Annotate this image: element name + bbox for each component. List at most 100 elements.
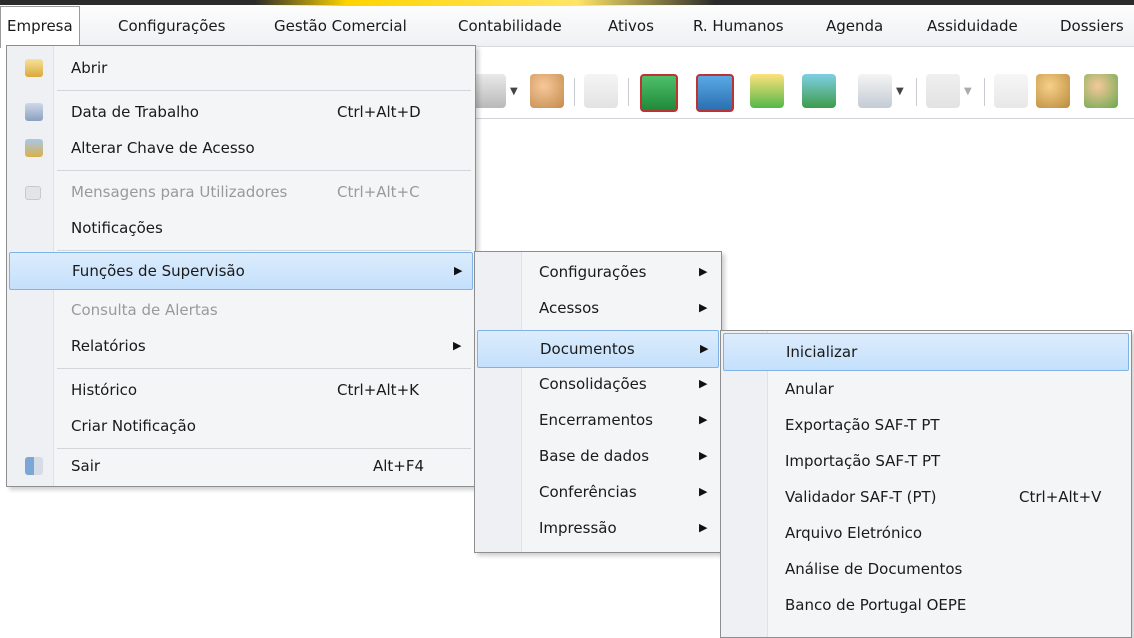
menu-item-relatorios[interactable]: Relatórios ▶ bbox=[9, 328, 473, 364]
menu-item-shortcut: Ctrl+Alt+D bbox=[337, 103, 421, 121]
menu-item-abrir[interactable]: Abrir bbox=[9, 50, 473, 86]
submenu-item-arquivo-eletronico[interactable]: Arquivo Eletrónico bbox=[723, 515, 1129, 551]
menu-contabilidade[interactable]: Contabilidade bbox=[452, 6, 568, 46]
menu-item-label: Documentos bbox=[540, 340, 635, 358]
menu-item-label: Banco de Portugal OEPE bbox=[785, 596, 967, 614]
toolbar-separator bbox=[916, 78, 917, 106]
calendar-blue-icon[interactable] bbox=[696, 74, 734, 112]
menu-separator bbox=[57, 90, 471, 91]
menu-item-sair[interactable]: Sair Alt+F4 bbox=[9, 448, 473, 484]
submenu-arrow-icon: ▶ bbox=[699, 265, 708, 278]
printer-icon[interactable] bbox=[472, 74, 506, 108]
menu-item-label: Funções de Supervisão bbox=[72, 262, 245, 280]
menu-item-label: Inicializar bbox=[786, 343, 858, 361]
chart-icon[interactable] bbox=[926, 74, 960, 108]
menu-assiduidade[interactable]: Assiduidade bbox=[921, 6, 1024, 46]
user-icon[interactable] bbox=[1036, 74, 1070, 108]
menu-item-label: Anular bbox=[785, 380, 834, 398]
menu-item-label: Validador SAF-T (PT) bbox=[785, 488, 937, 506]
menu-item-label: Criar Notificação bbox=[71, 417, 196, 435]
menu-item-notificacoes[interactable]: Notificações bbox=[9, 210, 473, 246]
menu-separator bbox=[57, 250, 471, 251]
menu-item-shortcut: Ctrl+Alt+C bbox=[337, 183, 420, 201]
menu-item-data-de-trabalho[interactable]: Data de Trabalho Ctrl+Alt+D bbox=[9, 94, 473, 130]
folder-open-icon bbox=[25, 59, 43, 77]
toolbar-divider bbox=[470, 118, 1134, 119]
menu-item-label: Análise de Documentos bbox=[785, 560, 963, 578]
submenu-item-impressao[interactable]: Impressão ▶ bbox=[477, 510, 719, 546]
submenu-item-importacao-saft[interactable]: Importação SAF-T PT bbox=[723, 443, 1129, 479]
dropdown-arrow-icon[interactable]: ▼ bbox=[896, 86, 904, 97]
submenu-item-encerramentos[interactable]: Encerramentos ▶ bbox=[477, 402, 719, 438]
menu-separator bbox=[57, 170, 471, 171]
menu-agenda[interactable]: Agenda bbox=[820, 6, 889, 46]
submenu-item-validador-saft[interactable]: Validador SAF-T (PT) Ctrl+Alt+V bbox=[723, 479, 1129, 515]
menu-item-mensagens[interactable]: Mensagens para Utilizadores Ctrl+Alt+C bbox=[9, 174, 473, 210]
menu-separator bbox=[57, 368, 471, 369]
menu-item-label: Data de Trabalho bbox=[71, 103, 199, 121]
menu-item-label: Mensagens para Utilizadores bbox=[71, 183, 288, 201]
documentos-submenu: Inicializar Anular Exportação SAF-T PT I… bbox=[720, 330, 1132, 638]
menu-item-criar-notificacao[interactable]: Criar Notificação bbox=[9, 408, 473, 444]
submenu-item-exportacao-saft[interactable]: Exportação SAF-T PT bbox=[723, 407, 1129, 443]
supervisao-submenu: Configurações ▶ Acessos ▶ Documentos ▶ C… bbox=[474, 251, 722, 553]
menu-item-label: Alterar Chave de Acesso bbox=[71, 139, 255, 157]
submenu-arrow-icon: ▶ bbox=[454, 264, 463, 277]
menu-item-label: Acessos bbox=[539, 299, 600, 317]
submenu-item-base-de-dados[interactable]: Base de dados ▶ bbox=[477, 438, 719, 474]
menu-item-consulta-alertas[interactable]: Consulta de Alertas bbox=[9, 292, 473, 328]
submenu-arrow-icon: ▶ bbox=[699, 485, 708, 498]
submenu-item-acessos[interactable]: Acessos ▶ bbox=[477, 290, 719, 326]
submenu-item-banco-portugal-oepe[interactable]: Banco de Portugal OEPE bbox=[723, 587, 1129, 623]
submenu-arrow-icon: ▶ bbox=[699, 521, 708, 534]
home-icon[interactable] bbox=[750, 74, 784, 108]
dropdown-arrow-icon[interactable]: ▼ bbox=[510, 86, 518, 97]
menu-item-label: Consolidações bbox=[539, 375, 647, 393]
menu-item-label: Configurações bbox=[539, 263, 647, 281]
submenu-item-documentos[interactable]: Documentos ▶ bbox=[477, 330, 719, 368]
menu-dossiers[interactable]: Dossiers bbox=[1054, 6, 1130, 46]
menu-item-alterar-chave[interactable]: Alterar Chave de Acesso bbox=[9, 130, 473, 166]
printer-icon[interactable] bbox=[858, 74, 892, 108]
menu-gestao-comercial[interactable]: Gestão Comercial bbox=[268, 6, 413, 46]
submenu-item-conferencias[interactable]: Conferências ▶ bbox=[477, 474, 719, 510]
submenu-item-configuracoes[interactable]: Configurações ▶ bbox=[477, 254, 719, 290]
truck-icon[interactable] bbox=[802, 74, 836, 108]
submenu-item-anular[interactable]: Anular bbox=[723, 371, 1129, 407]
menu-empresa[interactable]: Empresa bbox=[0, 6, 80, 48]
message-icon bbox=[25, 186, 41, 200]
menu-item-shortcut: Alt+F4 bbox=[373, 457, 425, 475]
document-icon[interactable] bbox=[584, 74, 618, 108]
submenu-arrow-icon: ▶ bbox=[453, 339, 462, 352]
submenu-item-analise-documentos[interactable]: Análise de Documentos bbox=[723, 551, 1129, 587]
submenu-arrow-icon: ▶ bbox=[699, 449, 708, 462]
empresa-menu: Abrir Data de Trabalho Ctrl+Alt+D Altera… bbox=[6, 45, 476, 487]
menu-item-label: Relatórios bbox=[71, 337, 146, 355]
toolbar-separator bbox=[628, 78, 629, 106]
user-group-icon[interactable] bbox=[1084, 74, 1118, 108]
submenu-item-consolidacoes[interactable]: Consolidações ▶ bbox=[477, 366, 719, 402]
calendar-icon bbox=[25, 103, 43, 121]
menu-ativos[interactable]: Ativos bbox=[602, 6, 660, 46]
menu-item-shortcut: Ctrl+Alt+V bbox=[1019, 488, 1102, 506]
submenu-arrow-icon: ▶ bbox=[699, 413, 708, 426]
menu-item-label: Importação SAF-T PT bbox=[785, 452, 941, 470]
exit-icon bbox=[25, 457, 43, 475]
menu-item-label: Arquivo Eletrónico bbox=[785, 524, 923, 542]
submenu-item-inicializar[interactable]: Inicializar bbox=[723, 333, 1129, 371]
calendar-green-icon[interactable] bbox=[640, 74, 678, 112]
message-icon[interactable] bbox=[994, 74, 1028, 108]
toolbar: ▼ ▼ ▼ bbox=[470, 74, 1134, 116]
dropdown-arrow-icon[interactable]: ▼ bbox=[964, 86, 972, 97]
submenu-arrow-icon: ▶ bbox=[699, 377, 708, 390]
menu-item-label: Notificações bbox=[71, 219, 163, 237]
menu-recursos-humanos[interactable]: R. Humanos bbox=[687, 6, 790, 46]
user-edit-icon[interactable] bbox=[530, 74, 564, 108]
menu-item-historico[interactable]: Histórico Ctrl+Alt+K bbox=[9, 372, 473, 408]
submenu-arrow-icon: ▶ bbox=[700, 342, 709, 355]
submenu-arrow-icon: ▶ bbox=[699, 301, 708, 314]
menu-configuracoes[interactable]: Configurações bbox=[112, 6, 231, 46]
menu-item-funcoes-supervisao[interactable]: Funções de Supervisão ▶ bbox=[9, 252, 473, 290]
menu-item-label: Encerramentos bbox=[539, 411, 653, 429]
menu-item-label: Consulta de Alertas bbox=[71, 301, 218, 319]
